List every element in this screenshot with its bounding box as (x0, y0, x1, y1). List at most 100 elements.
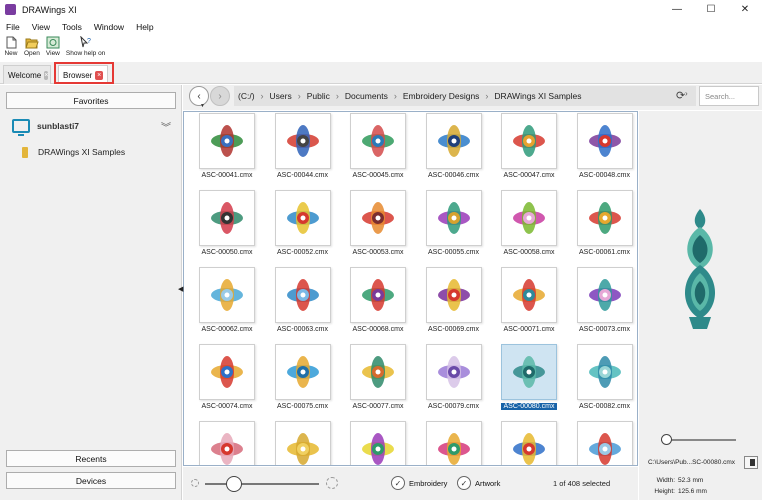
file-item[interactable]: ASC-00073.cmx (567, 267, 638, 341)
breadcrumb-drive[interactable]: (C:/) (238, 91, 255, 101)
new-button[interactable]: New (4, 34, 18, 57)
file-item[interactable]: ASC-00082.cmx (567, 344, 638, 418)
history-dropdown-icon[interactable]: ▼ (200, 103, 205, 109)
file-item[interactable]: ASC-00071.cmx (491, 267, 565, 341)
menu-tools[interactable]: Tools (56, 22, 88, 32)
search-input[interactable]: Search... (699, 86, 759, 106)
close-button[interactable]: ✕ (728, 0, 762, 19)
file-thumbnail[interactable] (425, 113, 482, 169)
file-item[interactable]: ASC-00053.cmx (340, 190, 414, 264)
file-thumbnail[interactable] (199, 344, 255, 400)
file-thumbnail[interactable] (576, 267, 633, 323)
file-item[interactable]: ASC-00045.cmx (340, 113, 414, 187)
file-item[interactable]: ASC-00052.cmx (265, 190, 339, 264)
file-thumbnail[interactable] (425, 190, 482, 246)
file-thumbnail[interactable] (199, 421, 255, 465)
chevron-right-icon[interactable]: › (685, 89, 688, 98)
file-name: ASC-00080.cmx (501, 403, 557, 410)
file-item[interactable]: ASC-00050.cmx (189, 190, 263, 264)
menu-help[interactable]: Help (130, 22, 159, 32)
menu-view[interactable]: View (26, 22, 56, 32)
maximize-button[interactable]: ☐ (694, 0, 728, 19)
file-thumbnail[interactable] (350, 267, 406, 323)
collapse-icon[interactable]: ︾ (161, 119, 171, 134)
file-item[interactable]: ASC-00046.cmx (416, 113, 490, 187)
file-thumbnail[interactable] (576, 344, 633, 400)
file-item[interactable]: ASC-00055.cmx (416, 190, 490, 264)
file-item[interactable]: ASC-00063.cmx (265, 267, 339, 341)
show-help-button[interactable]: ? Show help on (66, 34, 105, 57)
file-thumbnail[interactable] (501, 267, 557, 323)
file-thumbnail[interactable] (274, 190, 331, 246)
devices-button[interactable]: Devices (6, 472, 176, 489)
artwork-filter[interactable]: ✓ Artwork (457, 475, 500, 491)
file-item[interactable] (189, 421, 263, 465)
file-item[interactable]: ASC-00077.cmx (340, 344, 414, 418)
refresh-icon[interactable]: ⟳ (676, 89, 685, 102)
file-item[interactable]: ASC-00080.cmx (491, 344, 565, 418)
collapse-left-icon[interactable]: ◀ (178, 285, 183, 293)
close-icon[interactable]: × (44, 70, 49, 80)
tab-welcome[interactable]: Welcome × (3, 65, 51, 84)
file-item[interactable]: ASC-00058.cmx (491, 190, 565, 264)
back-button[interactable]: ‹ (189, 86, 209, 106)
view-button[interactable]: View (46, 34, 60, 57)
menu-window[interactable]: Window (88, 22, 130, 32)
file-thumbnail[interactable] (501, 421, 557, 465)
file-item[interactable]: ASC-00074.cmx (189, 344, 263, 418)
file-thumbnail[interactable] (576, 190, 633, 246)
file-item[interactable]: ASC-00041.cmx (189, 113, 263, 187)
forward-button[interactable]: › (210, 86, 230, 106)
file-thumbnail[interactable] (576, 421, 633, 465)
breadcrumb-embroidery-designs[interactable]: Embroidery Designs (403, 91, 480, 101)
file-thumbnail[interactable] (199, 113, 255, 169)
file-thumbnail[interactable] (199, 267, 255, 323)
file-item[interactable]: ASC-00069.cmx (416, 267, 490, 341)
file-thumbnail[interactable] (350, 421, 406, 465)
file-thumbnail[interactable] (350, 190, 406, 246)
file-thumbnail[interactable] (501, 190, 557, 246)
favorites-button[interactable]: Favorites (6, 92, 176, 109)
file-item[interactable]: ASC-00061.cmx (567, 190, 638, 264)
file-thumbnail[interactable] (274, 267, 331, 323)
file-item[interactable]: ASC-00075.cmx (265, 344, 339, 418)
preview-zoom-slider[interactable] (661, 434, 672, 445)
file-item[interactable]: ASC-00068.cmx (340, 267, 414, 341)
open-button[interactable]: Open (24, 34, 40, 57)
thumbnail-size-slider[interactable] (225, 476, 242, 492)
file-item[interactable]: ASC-00048.cmx (567, 113, 638, 187)
file-thumbnail[interactable] (425, 421, 482, 465)
file-item[interactable] (416, 421, 490, 465)
file-item[interactable] (265, 421, 339, 465)
breadcrumb-documents[interactable]: Documents (345, 91, 388, 101)
breadcrumb-users[interactable]: Users (270, 91, 292, 101)
folder-item[interactable]: DRAWings XI Samples (22, 145, 125, 159)
recents-button[interactable]: Recents (6, 450, 176, 467)
file-item[interactable]: ASC-00062.cmx (189, 267, 263, 341)
breadcrumb-samples[interactable]: DRAWings XI Samples (494, 91, 581, 101)
file-item[interactable]: ASC-00047.cmx (491, 113, 565, 187)
menu-file[interactable]: File (0, 22, 26, 32)
file-item[interactable] (340, 421, 414, 465)
minimize-button[interactable]: — (660, 0, 694, 19)
file-thumbnail[interactable] (274, 421, 331, 465)
file-item[interactable] (491, 421, 565, 465)
file-item[interactable]: ASC-00079.cmx (416, 344, 490, 418)
file-item[interactable]: ASC-00044.cmx (265, 113, 339, 187)
file-thumbnail[interactable] (274, 113, 331, 169)
open-design-button[interactable] (744, 456, 758, 469)
computer-item[interactable]: sunblasti7 ︾ (12, 117, 177, 136)
file-thumbnail[interactable] (425, 344, 482, 400)
file-thumbnail[interactable] (501, 344, 557, 400)
file-thumbnail[interactable] (425, 267, 482, 323)
file-thumbnail[interactable] (199, 190, 255, 246)
breadcrumb-public[interactable]: Public (307, 91, 330, 101)
file-thumbnail[interactable] (350, 344, 406, 400)
file-thumbnail[interactable] (274, 344, 331, 400)
file-thumbnail[interactable] (350, 113, 406, 169)
file-thumbnail[interactable] (501, 113, 557, 169)
file-item[interactable] (567, 421, 638, 465)
file-thumbnail[interactable] (576, 113, 633, 169)
small-thumbnails-icon (191, 479, 199, 487)
embroidery-filter[interactable]: ✓ Embroidery (391, 475, 447, 491)
